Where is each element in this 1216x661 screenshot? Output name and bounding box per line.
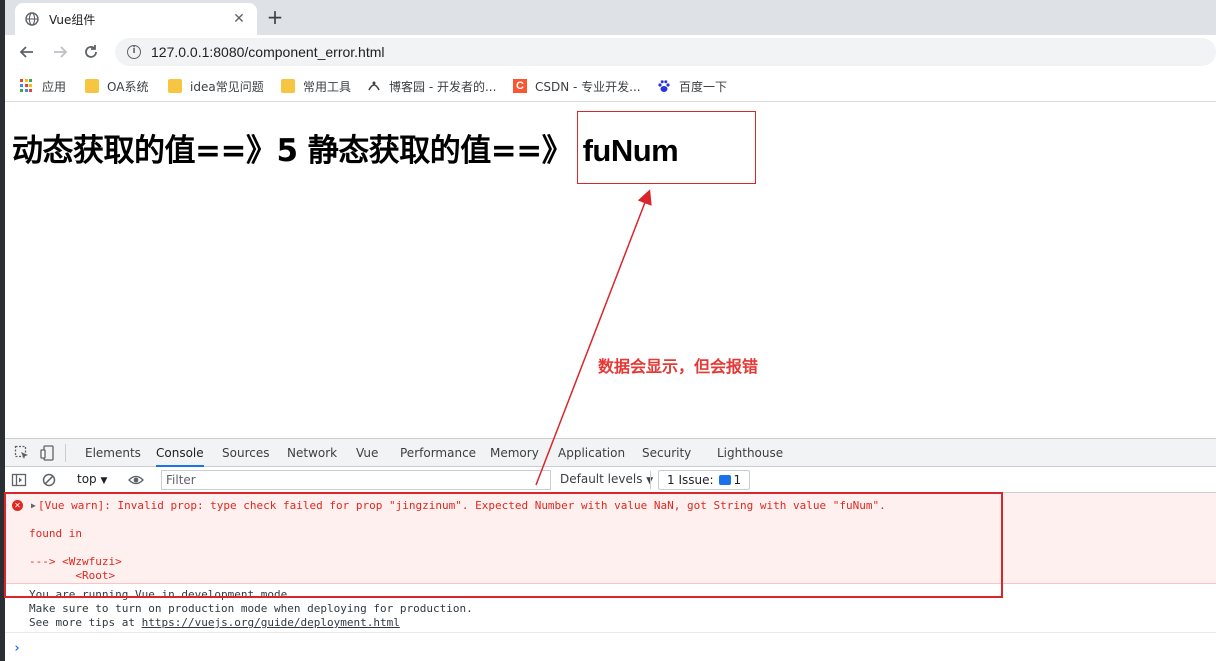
- divider: [650, 471, 651, 489]
- browser-toolbar: i 127.0.0.1:8080/component_error.html: [5, 35, 1216, 69]
- tab-title: Vue组件: [49, 12, 96, 27]
- tab-vue[interactable]: Vue: [356, 439, 378, 467]
- apps-grid-icon: [20, 79, 34, 93]
- levels-label: Default levels: [560, 472, 643, 486]
- reload-icon: [85, 45, 97, 58]
- tab-console[interactable]: Console: [156, 439, 204, 467]
- bookmark-label: OA系统: [107, 79, 149, 94]
- value-highlight-box: [577, 111, 756, 184]
- bookmark-cnblogs[interactable]: 博客园 - 开发者的...: [367, 77, 496, 95]
- globe-icon: [25, 12, 39, 26]
- divider: [65, 444, 66, 462]
- close-icon[interactable]: ✕: [231, 11, 247, 27]
- info-icon[interactable]: i: [127, 45, 141, 59]
- bookmark-baidu[interactable]: 百度一下: [657, 77, 727, 95]
- address-bar[interactable]: i 127.0.0.1:8080/component_error.html: [115, 38, 1216, 66]
- device-toolbar-icon[interactable]: [40, 445, 56, 461]
- bookmark-label: 百度一下: [679, 79, 728, 94]
- issues-count: 1: [733, 473, 742, 487]
- bookmark-oa[interactable]: OA系统: [85, 77, 148, 95]
- forward-button[interactable]: [48, 40, 72, 64]
- bookmark-idea[interactable]: idea常见问题: [168, 77, 264, 95]
- folder-icon: [281, 79, 295, 93]
- heading-prefix: 动态获取的值==》5 静态获取的值==》: [12, 133, 573, 169]
- baidu-paw-icon: [658, 80, 670, 92]
- tab-elements[interactable]: Elements: [85, 439, 141, 467]
- tab-performance[interactable]: Performance: [400, 439, 476, 467]
- context-label: top: [77, 472, 97, 486]
- tab-network[interactable]: Network: [287, 439, 337, 467]
- bookmark-label: CSDN - 专业开发...: [535, 79, 641, 94]
- info-line: See more tips at https://vuejs.org/guide…: [29, 616, 400, 629]
- tab-lighthouse[interactable]: Lighthouse: [717, 439, 783, 467]
- issues-button[interactable]: 1 Issue: 1: [658, 470, 751, 490]
- page-content: 动态获取的值==》5 静态获取的值==》 fuNum 数据会显示，但会报错: [5, 103, 1216, 438]
- annotation-text: 数据会显示，但会报错: [598, 357, 759, 376]
- folder-icon: [85, 79, 99, 93]
- folder-icon: [168, 79, 182, 93]
- clear-console-icon[interactable]: [41, 472, 57, 488]
- bookmark-csdn[interactable]: C CSDN - 专业开发...: [513, 77, 641, 95]
- context-selector[interactable]: top ▼: [77, 472, 107, 486]
- issues-label: 1 Issue:: [667, 473, 714, 487]
- deployment-link[interactable]: https://vuejs.org/guide/deployment.html: [142, 616, 400, 629]
- bookmark-label: 应用: [42, 79, 67, 94]
- arrow-left-icon: [19, 46, 33, 58]
- bookmark-tools[interactable]: 常用工具: [281, 77, 351, 95]
- back-button[interactable]: [15, 40, 39, 64]
- console-toolbar: top ▼ Filter Default levels ▼ 1 Issue: 1: [5, 467, 1216, 493]
- tab-security[interactable]: Security: [642, 439, 691, 467]
- tab-strip: Vue组件 ✕ +: [5, 0, 1216, 35]
- tab-memory[interactable]: Memory: [490, 439, 539, 467]
- inspect-element-icon[interactable]: [14, 445, 30, 461]
- bookmark-apps[interactable]: 应用: [20, 77, 66, 95]
- bookmark-label: idea常见问题: [190, 79, 264, 94]
- sidebar-toggle-icon[interactable]: [11, 472, 27, 488]
- csdn-icon: C: [513, 79, 527, 93]
- devtools-tab-bar: Elements Console Sources Network Vue Per…: [5, 439, 1216, 467]
- console-filter-input[interactable]: Filter: [161, 470, 551, 490]
- message-icon: [718, 475, 731, 485]
- eye-icon[interactable]: [128, 472, 144, 488]
- tab-application[interactable]: Application: [558, 439, 625, 467]
- arrow-right-icon: [54, 46, 68, 58]
- url-text: 127.0.0.1:8080/component_error.html: [151, 44, 385, 60]
- info-line-text: See more tips at: [29, 616, 142, 629]
- bookmark-label: 常用工具: [303, 79, 352, 94]
- bookmarks-bar: 应用 OA系统 idea常见问题 常用工具 博客园 - 开发者的... C CS…: [5, 69, 1216, 102]
- new-tab-button[interactable]: +: [263, 5, 287, 29]
- bookmark-label: 博客园 - 开发者的...: [389, 79, 497, 94]
- dropdown-arrow-icon: ▼: [100, 476, 108, 486]
- reload-button[interactable]: [79, 40, 103, 64]
- error-highlight-box: [4, 492, 1003, 598]
- log-levels-dropdown[interactable]: Default levels ▼: [560, 472, 653, 486]
- info-line: Make sure to turn on production mode whe…: [29, 602, 473, 615]
- cnblogs-icon: [368, 81, 380, 91]
- tab-sources[interactable]: Sources: [222, 439, 269, 467]
- console-prompt[interactable]: ›: [13, 641, 21, 656]
- browser-tab[interactable]: Vue组件 ✕: [15, 3, 257, 35]
